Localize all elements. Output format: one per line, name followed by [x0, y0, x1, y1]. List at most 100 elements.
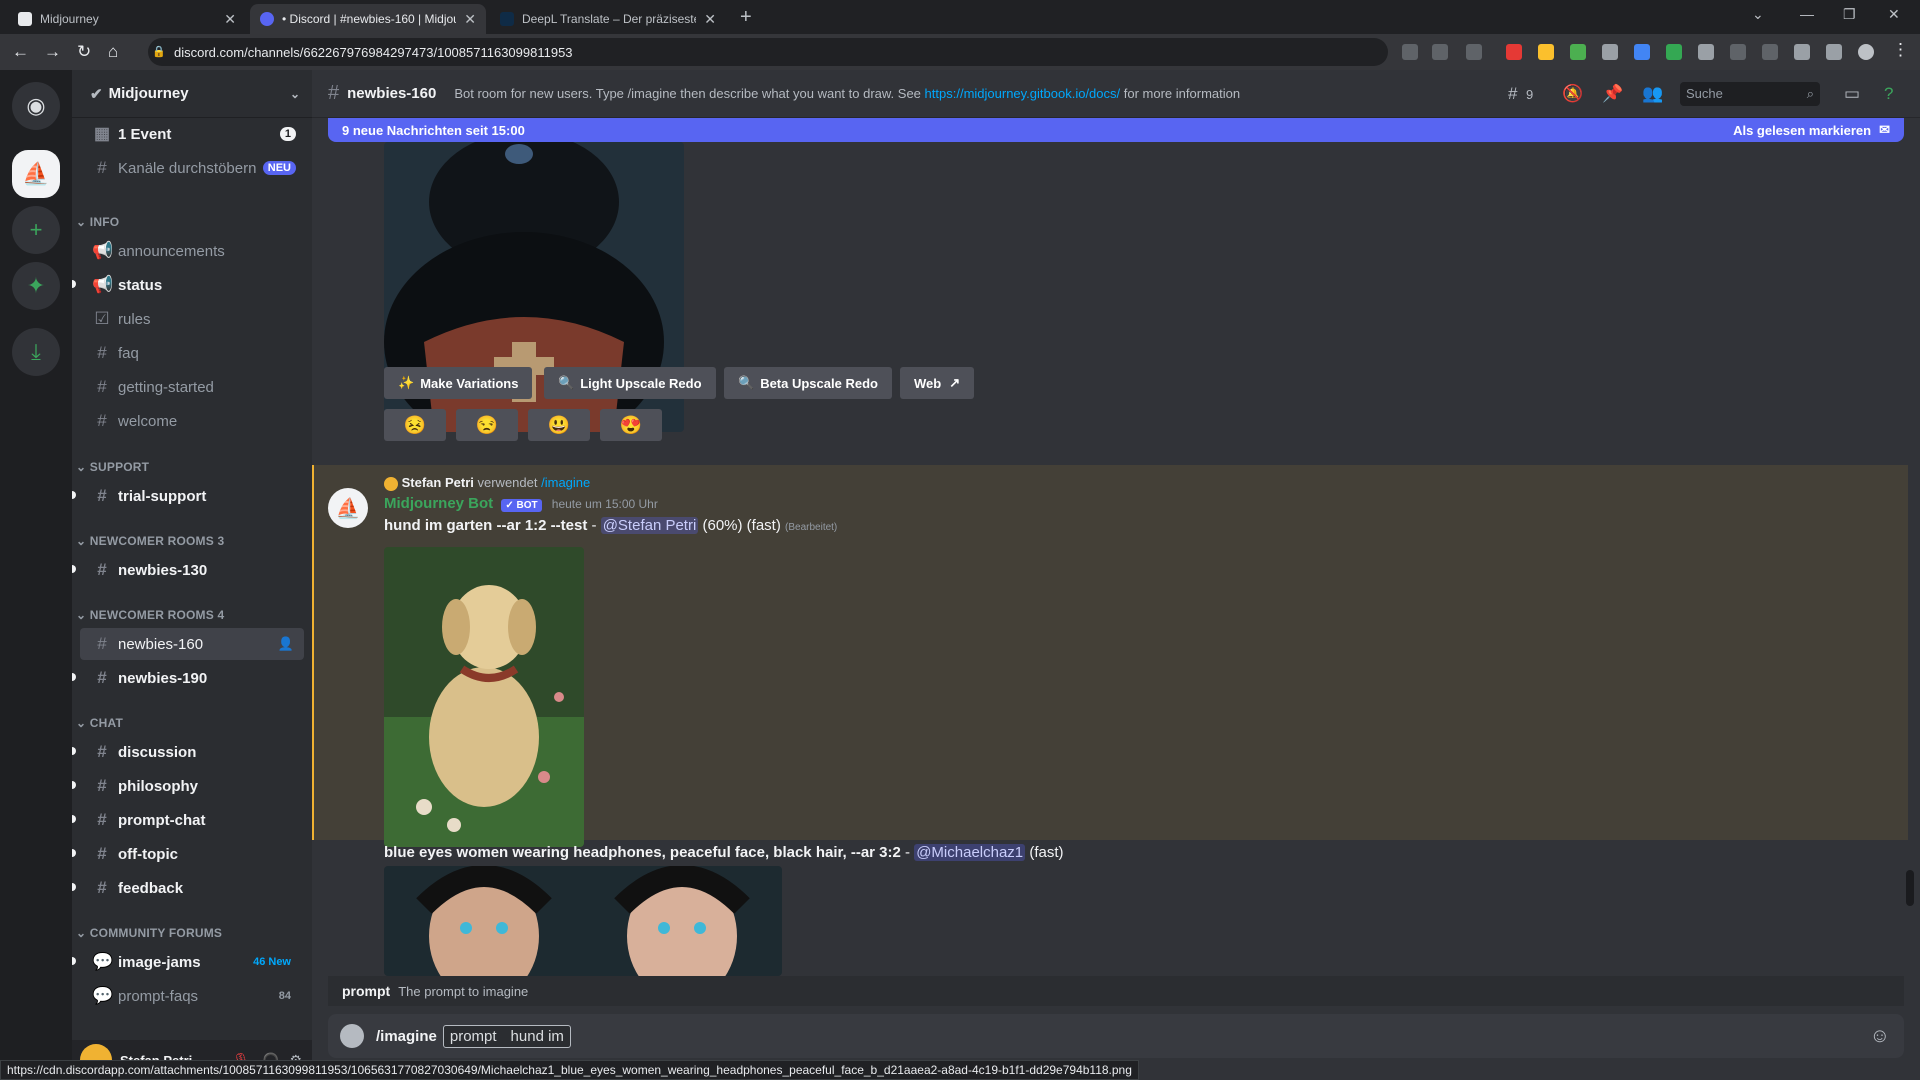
add-server-icon[interactable]: +	[12, 206, 60, 254]
sidebar-item-image-jams[interactable]: 💬 image-jams 46 New	[72, 946, 304, 978]
sidebar-item-rules[interactable]: ☑ rules	[80, 303, 304, 335]
category-newcomer-rooms-3[interactable]: ⌄ NEWCOMER ROOMS 3	[76, 534, 300, 548]
sidebar-item-prompt-faqs[interactable]: 💬 prompt-faqs 84	[80, 980, 304, 1012]
browser-tab-discord[interactable]: • Discord | #newbies-160 | Midjourney ✕	[250, 4, 486, 34]
camera-extension-icon[interactable]	[1762, 44, 1778, 60]
mark-as-read-button[interactable]: Als gelesen markieren	[1733, 123, 1871, 138]
browser-menu-icon[interactable]: ⋮	[1892, 40, 1909, 60]
sidebar-item-newbies-160[interactable]: # newbies-160 👤	[80, 628, 304, 660]
browser-tab-deepl[interactable]: DeepL Translate – Der präziseste Überset…	[490, 4, 726, 34]
threads-icon[interactable]: #	[1508, 84, 1517, 104]
lock-icon[interactable]: 🔒	[152, 45, 166, 58]
generated-image-headphones[interactable]	[384, 866, 782, 976]
category-support[interactable]: ⌄ SUPPORT	[76, 460, 300, 474]
search-input[interactable]: Suche ⌕	[1680, 82, 1820, 106]
forward-icon[interactable]: →	[44, 42, 61, 62]
chevron-down-icon[interactable]: ⌄	[290, 87, 300, 101]
tab-search-icon[interactable]: ⌄	[1752, 6, 1764, 23]
chat-scrollbar[interactable]	[1906, 870, 1914, 906]
rating-button-1[interactable]: 😣	[384, 409, 446, 441]
url-bar[interactable]: discord.com/channels/662267976984297473/…	[148, 38, 1388, 66]
reply-context[interactable]: Stefan Petri verwendet /imagine	[384, 475, 590, 491]
bookmark-star-icon[interactable]	[1466, 44, 1482, 60]
rating-button-4[interactable]: 😍	[600, 409, 662, 441]
sidebar-item-feedback[interactable]: # feedback	[72, 872, 304, 904]
extension-icon[interactable]	[1698, 44, 1714, 60]
notifications-muted-icon[interactable]: 🔕	[1562, 84, 1583, 104]
sidebar-item-announcements[interactable]: 📢 announcements	[80, 235, 304, 267]
help-icon[interactable]: ?	[1884, 84, 1893, 104]
sidebar-item-trial-support[interactable]: # trial-support	[72, 480, 304, 512]
sidebar-item-browse-channels[interactable]: # Kanäle durchstöbern NEU	[80, 152, 304, 184]
web-link-button[interactable]: Web ↗	[900, 367, 975, 399]
sidebar-item-philosophy[interactable]: # philosophy	[72, 770, 304, 802]
beta-upscale-redo-button[interactable]: 🔍 Beta Upscale Redo	[724, 367, 892, 399]
explore-servers-icon[interactable]: ✦	[12, 262, 60, 310]
minimize-icon[interactable]: —	[1800, 6, 1814, 22]
download-apps-icon[interactable]: ⤓	[12, 328, 60, 376]
category-info[interactable]: ⌄ INFO	[76, 215, 300, 229]
category-newcomer-rooms-4[interactable]: ⌄ NEWCOMER ROOMS 4	[76, 608, 300, 622]
author-name[interactable]: Midjourney Bot	[384, 495, 493, 512]
sidebar-item-welcome[interactable]: # welcome	[80, 405, 304, 437]
pin-icon[interactable]: 📌	[1602, 84, 1623, 104]
extension-icon[interactable]	[1602, 44, 1618, 60]
reload-icon[interactable]: ↻	[77, 42, 91, 62]
reply-username[interactable]: Stefan Petri	[402, 475, 474, 490]
user-mention[interactable]: @Michaelchaz1	[914, 844, 1026, 861]
extension-icon[interactable]	[1570, 44, 1586, 60]
category-chat[interactable]: ⌄ CHAT	[76, 716, 300, 730]
download-extension-icon[interactable]	[1666, 44, 1682, 60]
topic-link[interactable]: https://midjourney.gitbook.io/docs/	[925, 86, 1121, 101]
profile-avatar-icon[interactable]	[1858, 44, 1874, 60]
new-tab-button[interactable]: +	[740, 6, 752, 29]
key-icon[interactable]	[1402, 44, 1418, 60]
extension-icon[interactable]	[1730, 44, 1746, 60]
sidebar-item-status[interactable]: 📢 status	[72, 269, 304, 301]
member-list-icon[interactable]: 👥	[1642, 84, 1663, 104]
sidebar-item-getting-started[interactable]: # getting-started	[80, 371, 304, 403]
light-upscale-redo-button[interactable]: 🔍 Light Upscale Redo	[544, 367, 716, 399]
option-value[interactable]: hund im	[511, 1028, 564, 1045]
close-tab-icon[interactable]: ✕	[224, 11, 236, 28]
new-messages-banner[interactable]: 9 neue Nachrichten seit 15:00 Als gelese…	[328, 118, 1904, 142]
side-panel-icon[interactable]	[1826, 44, 1842, 60]
slash-command-link[interactable]: /imagine	[541, 475, 590, 490]
close-window-icon[interactable]: ✕	[1888, 6, 1900, 23]
bot-avatar[interactable]: ⛵	[328, 488, 368, 528]
rating-button-3[interactable]: 😃	[528, 409, 590, 441]
channel-topic[interactable]: Bot room for new users. Type /imagine th…	[454, 86, 1240, 101]
back-icon[interactable]: ←	[12, 42, 29, 62]
user-mention[interactable]: @Stefan Petri	[600, 517, 699, 534]
discord-home-icon[interactable]: ◉	[12, 82, 60, 130]
sidebar-item-events[interactable]: ▦ 1 Event 1	[80, 118, 304, 150]
sidebar-item-off-topic[interactable]: # off-topic	[72, 838, 304, 870]
close-tab-icon[interactable]: ✕	[464, 11, 476, 28]
emoji-picker-icon[interactable]: ☺	[1870, 1025, 1890, 1048]
extension-icon[interactable]	[1634, 44, 1650, 60]
generated-image-dog[interactable]	[384, 547, 584, 847]
restore-icon[interactable]: ❐	[1843, 6, 1856, 23]
sidebar-item-prompt-chat[interactable]: # prompt-chat	[72, 804, 304, 836]
midjourney-server-icon[interactable]: ⛵	[12, 150, 60, 198]
home-icon[interactable]: ⌂	[108, 42, 118, 62]
sidebar-item-newbies-130[interactable]: # newbies-130	[72, 554, 304, 586]
message-input[interactable]: /imagine prompt hund im ☺	[328, 1014, 1904, 1058]
rating-button-2[interactable]: 😒	[456, 409, 518, 441]
adblock-extension-icon[interactable]	[1506, 44, 1522, 60]
sidebar-item-discussion[interactable]: # discussion	[72, 736, 304, 768]
mention-message[interactable]: Stefan Petri verwendet /imagine ⛵ Midjou…	[312, 465, 1908, 847]
sidebar-item-newbies-190[interactable]: # newbies-190	[72, 662, 304, 694]
share-icon[interactable]	[1432, 44, 1448, 60]
close-tab-icon[interactable]: ✕	[704, 11, 716, 28]
make-variations-button[interactable]: ✨ Make Variations	[384, 367, 533, 399]
extensions-puzzle-icon[interactable]	[1794, 44, 1810, 60]
invite-member-icon[interactable]: 👤	[278, 636, 294, 652]
prompt-option-chip[interactable]: prompt hund im	[442, 1024, 571, 1048]
category-community-forums[interactable]: ⌄ COMMUNITY FORUMS	[76, 926, 300, 940]
browser-tab-midjourney[interactable]: Midjourney ✕	[8, 4, 246, 34]
extension-icon[interactable]	[1538, 44, 1554, 60]
sidebar-item-faq[interactable]: # faq	[80, 337, 304, 369]
server-header[interactable]: ✔ Midjourney ⌄	[72, 70, 312, 118]
inbox-icon[interactable]: ▭	[1844, 84, 1860, 104]
